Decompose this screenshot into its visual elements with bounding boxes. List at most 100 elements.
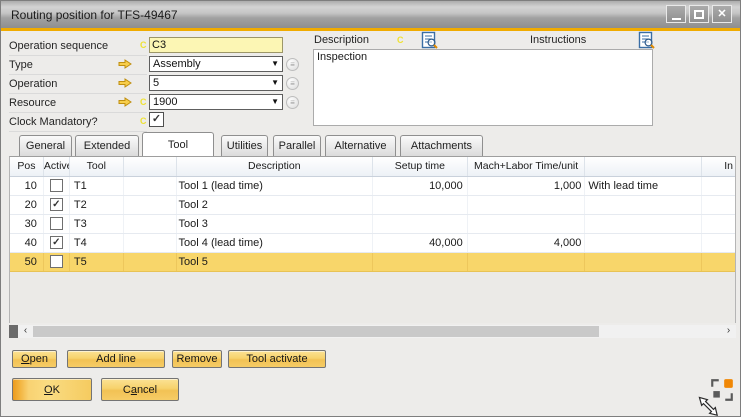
cell-active <box>44 215 70 233</box>
table-row[interactable]: 30 T3 Tool 3 <box>10 215 735 234</box>
chevron-down-icon[interactable]: ▼ <box>271 98 279 106</box>
chevron-down-icon[interactable]: ▼ <box>271 60 279 68</box>
column-header-tool[interactable]: Tool <box>70 157 124 176</box>
button-label: Remove <box>177 353 218 365</box>
table-row-selected[interactable]: 50 T5 Tool 5 <box>10 253 735 272</box>
column-header-description[interactable]: Description <box>177 157 373 176</box>
cancel-button[interactable]: Cancel <box>101 378 179 401</box>
cell-tool: T5 <box>70 253 124 271</box>
operation-list-button[interactable]: ≡ <box>286 77 299 90</box>
tab-utilities[interactable]: Utilities <box>221 135 268 156</box>
column-header-remark <box>585 157 702 176</box>
column-header-pos[interactable]: Pos <box>10 157 44 176</box>
cell-in <box>702 215 735 233</box>
column-header-spacer <box>124 157 177 176</box>
scroll-left-button[interactable]: ‹ <box>19 325 32 338</box>
button-label: O <box>21 353 30 365</box>
cell-setup-time: 40,000 <box>373 234 468 252</box>
cell-in <box>702 234 735 252</box>
cell-description: Tool 4 (lead time) <box>177 234 373 252</box>
list-icon: ≡ <box>290 98 295 107</box>
tool-activate-button[interactable]: Tool activate <box>228 350 326 368</box>
column-header-mach-labor[interactable]: Mach+Labor Time/unit <box>468 157 586 176</box>
resource-list-button[interactable]: ≡ <box>286 96 299 109</box>
type-dropdown[interactable]: Assembly▼ <box>149 56 283 72</box>
button-label: C <box>123 384 131 396</box>
operation-sequence-input[interactable]: C3 <box>149 37 283 53</box>
scroll-left-icon: ‹ <box>24 325 27 336</box>
operation-link-arrow-icon[interactable] <box>118 78 132 88</box>
minimize-icon <box>672 18 681 20</box>
titlebar[interactable]: Routing position for TFS-49467 <box>1 1 740 28</box>
open-button[interactable]: Open <box>12 350 57 368</box>
cell-description: Tool 2 <box>177 196 373 214</box>
scroll-right-button[interactable]: › <box>722 325 735 338</box>
list-icon: ≡ <box>290 79 295 88</box>
row-active-checkbox[interactable]: ✓ <box>50 236 63 249</box>
horizontal-scrollbar[interactable]: ‹ › <box>9 325 736 338</box>
cell-remark <box>585 215 702 233</box>
cell-spacer <box>124 196 177 214</box>
tab-extended[interactable]: Extended <box>75 135 139 156</box>
operation-sequence-label: Operation sequence <box>9 37 147 56</box>
column-header-setup-time[interactable]: Setup time <box>373 157 468 176</box>
tool-table: Pos Active Tool Description Setup time M… <box>9 156 736 323</box>
cell-pos: 20 <box>10 196 44 214</box>
tab-parallel[interactable]: Parallel <box>273 135 321 156</box>
resize-grip-icon[interactable] <box>709 377 735 403</box>
cell-pos: 30 <box>10 215 44 233</box>
add-line-button[interactable]: Add line <box>67 350 165 368</box>
tab-attachments[interactable]: Attachments <box>400 135 483 156</box>
button-label: K <box>53 384 60 396</box>
description-label: Description <box>314 34 369 46</box>
text-editor-icon[interactable] <box>638 31 655 49</box>
button-label: Tool activate <box>246 353 307 365</box>
cell-active <box>44 177 70 195</box>
row-active-checkbox[interactable] <box>50 255 63 268</box>
table-row[interactable]: 10 T1 Tool 1 (lead time) 10,000 1,000 Wi… <box>10 177 735 196</box>
operation-dropdown[interactable]: 5▼ <box>149 75 283 91</box>
type-link-arrow-icon[interactable] <box>118 59 132 69</box>
row-active-checkbox[interactable] <box>50 217 63 230</box>
tab-tool[interactable]: Tool <box>142 132 214 156</box>
text-editor-icon[interactable] <box>421 31 438 49</box>
cell-remark <box>585 234 702 252</box>
changed-marker-icon: C <box>140 116 147 126</box>
minimize-button[interactable] <box>666 5 686 23</box>
button-label: pen <box>30 353 48 365</box>
chevron-down-icon[interactable]: ▼ <box>271 79 279 87</box>
resource-dropdown[interactable]: 1900▼ <box>149 94 283 110</box>
tab-alternative[interactable]: Alternative <box>325 135 396 156</box>
clock-mandatory-checkbox[interactable]: ✓ <box>149 112 164 127</box>
scrollbar-thumb[interactable] <box>33 326 599 337</box>
cell-setup-time: 10,000 <box>373 177 468 195</box>
cell-remark <box>585 196 702 214</box>
column-header-in[interactable]: In <box>702 157 735 176</box>
ok-button[interactable]: OK <box>12 378 92 401</box>
tab-general[interactable]: General <box>19 135 72 156</box>
description-textarea[interactable]: Inspection <box>313 49 653 126</box>
remove-button[interactable]: Remove <box>172 350 222 368</box>
resource-link-arrow-icon[interactable] <box>118 97 132 107</box>
changed-marker-icon: C <box>140 40 147 50</box>
cell-active <box>44 253 70 271</box>
table-row[interactable]: 20 ✓ T2 Tool 2 <box>10 196 735 215</box>
type-list-button[interactable]: ≡ <box>286 58 299 71</box>
row-active-checkbox[interactable] <box>50 179 63 192</box>
cell-tool: T2 <box>70 196 124 214</box>
button-label: Add line <box>96 353 136 365</box>
window-title: Routing position for TFS-49467 <box>11 8 178 22</box>
cell-remark <box>585 253 702 271</box>
table-row[interactable]: 40 ✓ T4 Tool 4 (lead time) 40,000 4,000 <box>10 234 735 253</box>
close-icon: ✕ <box>717 9 726 20</box>
row-active-checkbox[interactable]: ✓ <box>50 198 63 211</box>
cell-in <box>702 253 735 271</box>
button-label: ncel <box>137 384 157 396</box>
maximize-button[interactable] <box>689 5 709 23</box>
cell-mach-labor: 4,000 <box>468 234 586 252</box>
close-button[interactable]: ✕ <box>712 5 732 23</box>
column-header-active[interactable]: Active <box>44 157 70 176</box>
table-header-row: Pos Active Tool Description Setup time M… <box>10 157 735 177</box>
column-splitter-handle[interactable] <box>9 325 18 338</box>
maximize-icon <box>694 10 704 19</box>
